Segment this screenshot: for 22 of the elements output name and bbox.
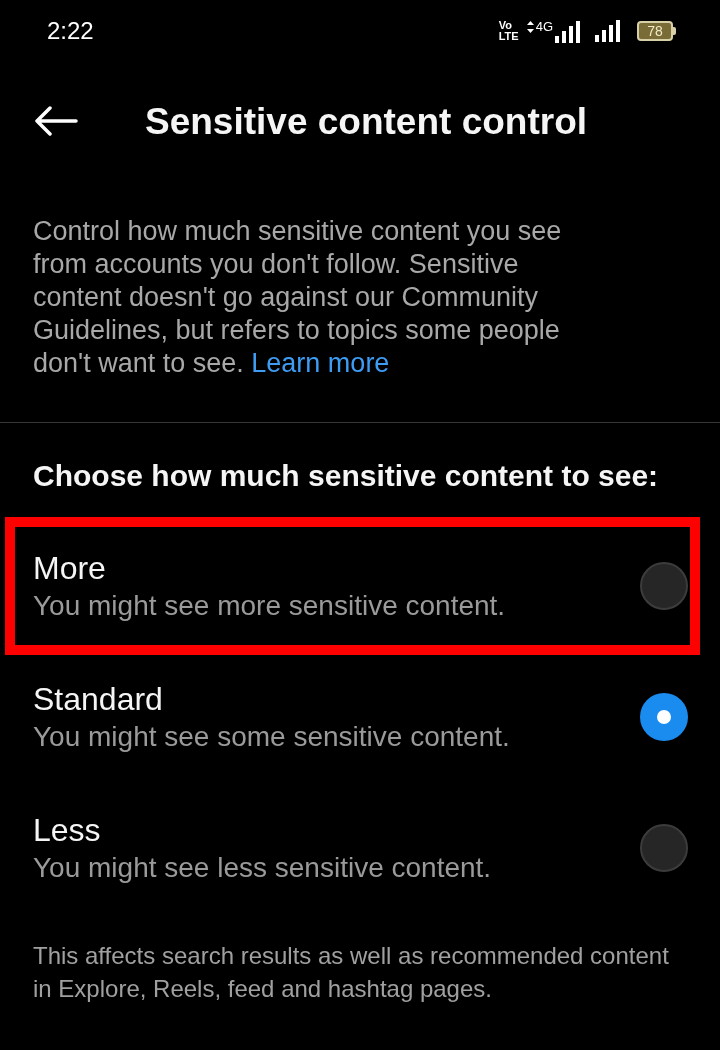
section-heading: Choose how much sensitive content to see: — [32, 458, 660, 494]
page-title: Sensitive content control — [145, 102, 587, 140]
volte-indicator: Vo LTE — [498, 20, 519, 42]
option-description: You might see less sensitive content. — [33, 851, 492, 885]
option-title: Less — [33, 811, 102, 849]
option-title: More — [33, 549, 107, 587]
option-description: You might see some sensitive content. — [33, 720, 510, 754]
option-description: You might see more sensitive content. — [33, 589, 506, 623]
back-arrow-icon — [34, 106, 78, 136]
option-title: Standard — [33, 680, 164, 718]
status-time: 2:22 — [47, 19, 94, 43]
signal-icon — [595, 20, 621, 42]
data-arrows-icon — [526, 20, 534, 33]
footnote-text: This affects search results as well as recommended content in Explore, Reels, feed and hashtag pages. — [32, 941, 670, 1004]
battery-icon: 78 — [637, 21, 676, 41]
network-type: 4G — [535, 19, 553, 33]
learn-more-link[interactable]: Learn more — [251, 348, 390, 378]
radio-option[interactable]: Less You might see less sensitive content. — [15, 789, 690, 907]
radio-option[interactable]: More You might see more sensitive content. — [15, 527, 690, 645]
radio-option[interactable]: Standard You might see some sensitive content. — [15, 658, 690, 776]
description-text: Control how much sensitive content you see from accounts you don't follow. Sensitive content doesn't go against our Community Guidelines, but refers to topics some people don't want to see. Learn more — [32, 215, 563, 380]
signal-icon — [555, 20, 581, 43]
